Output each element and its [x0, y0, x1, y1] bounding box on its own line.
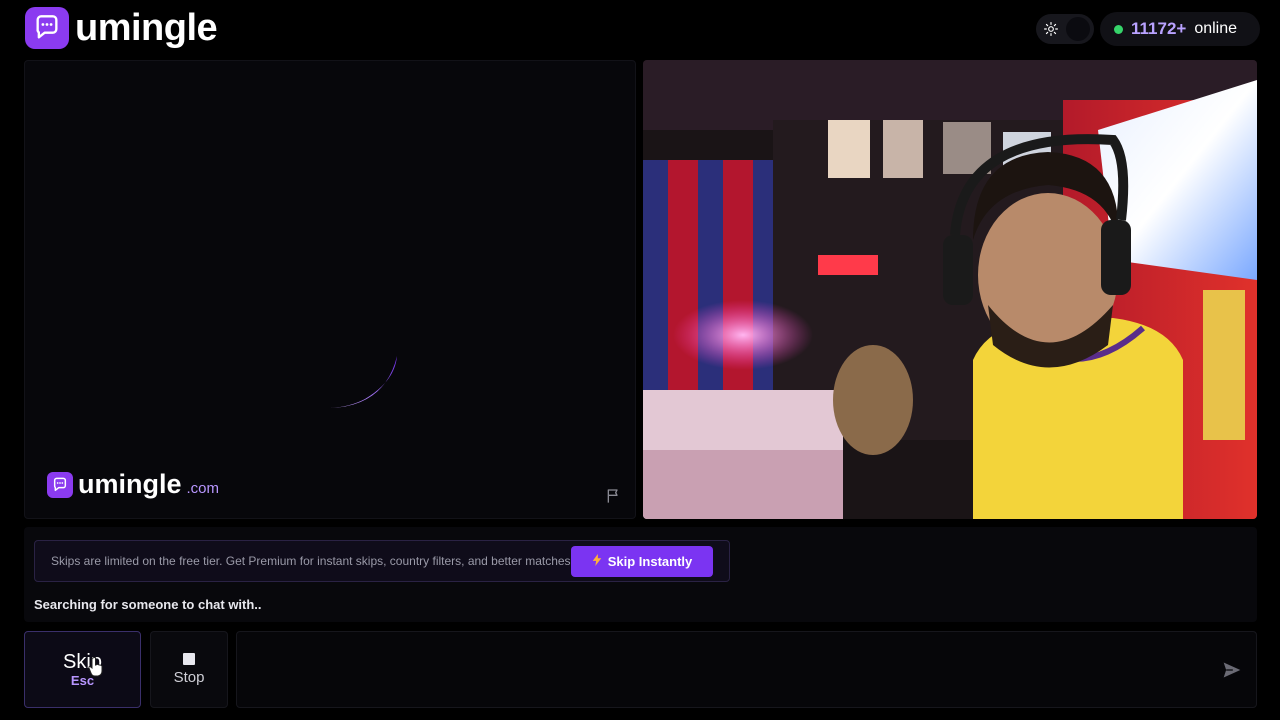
watermark-brand: umingle	[78, 469, 182, 499]
online-count: 11172+	[1131, 19, 1187, 38]
camera-feed-image	[643, 60, 1257, 519]
video-watermark: umingle .com	[47, 471, 219, 498]
stranger-video-panel: umingle .com	[24, 60, 636, 519]
skip-instantly-label: Skip Instantly	[607, 554, 693, 569]
loading-spinner	[325, 311, 425, 416]
premium-banner: Skips are limited on the free tier. Get …	[34, 540, 730, 582]
watermark-suffix: .com	[186, 480, 220, 497]
online-counter: 11172+ online	[1100, 12, 1260, 46]
stop-button-label: Stop	[173, 669, 205, 686]
premium-banner-text: Skips are limited on the free tier. Get …	[51, 554, 574, 568]
report-flag-icon[interactable]	[605, 488, 625, 508]
hand-pointer-cursor-icon	[88, 657, 104, 682]
skip-instantly-button[interactable]: Skip Instantly	[571, 546, 713, 577]
skip-button[interactable]: Skip Esc	[24, 631, 141, 708]
chat-status-panel: Skips are limited on the free tier. Get …	[24, 527, 1257, 622]
chat-message-input[interactable]	[237, 632, 1256, 707]
theme-toggle[interactable]	[1036, 14, 1094, 44]
online-label: online	[1194, 20, 1238, 37]
sun-icon	[1040, 18, 1062, 40]
stop-square-icon	[183, 653, 195, 665]
search-status-text: Searching for someone to chat with..	[34, 597, 262, 612]
lightning-icon	[592, 554, 602, 569]
chat-bubble-icon	[47, 471, 73, 498]
chat-message-box	[236, 631, 1257, 708]
self-camera-video	[643, 60, 1257, 519]
online-status-dot	[1114, 24, 1123, 34]
stop-button[interactable]: Stop	[150, 631, 228, 708]
send-icon[interactable]	[1222, 660, 1244, 682]
toggle-knob	[1066, 17, 1090, 41]
brand-logo[interactable]: umingle	[25, 7, 218, 49]
chat-bubble-icon	[25, 7, 69, 49]
brand-name: umingle	[75, 7, 218, 49]
